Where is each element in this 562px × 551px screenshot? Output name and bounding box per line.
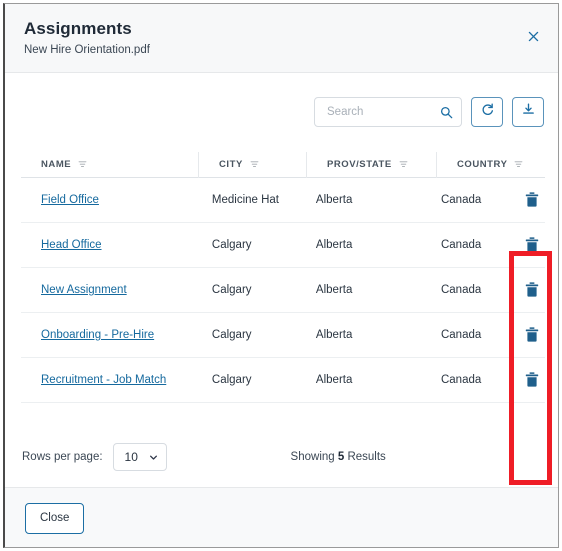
- table-row: Head Office Calgary Alberta Canada: [21, 223, 545, 268]
- cell-delete[interactable]: [525, 282, 545, 298]
- cell-city: Medicine Hat: [211, 194, 280, 206]
- table-header-row: NAME CITY PROV/STATE COUNTRY: [21, 151, 545, 178]
- close-button[interactable]: Close: [25, 502, 85, 534]
- filter-icon[interactable]: [78, 160, 87, 169]
- trash-icon[interactable]: [525, 372, 539, 388]
- cell-city: Calgary: [211, 329, 252, 341]
- table-toolbar: [314, 97, 544, 127]
- assignment-link[interactable]: Onboarding - Pre-Hire: [41, 329, 154, 341]
- cell-country: Canada: [440, 239, 482, 251]
- filter-icon[interactable]: [514, 160, 523, 169]
- column-header-country[interactable]: COUNTRY: [437, 152, 545, 178]
- filter-icon[interactable]: [250, 160, 259, 169]
- column-label: NAME: [41, 159, 72, 170]
- cell-prov-state: Alberta: [315, 194, 353, 206]
- dialog-body: NAME CITY PROV/STA: [5, 73, 558, 487]
- rows-per-page-label: Rows per page:: [22, 451, 103, 463]
- cell-city: Calgary: [211, 374, 252, 386]
- trash-icon[interactable]: [525, 327, 539, 343]
- showing-prefix: Showing: [290, 451, 338, 463]
- rows-per-page-value: 10: [124, 450, 138, 464]
- column-label: PROV/STATE: [327, 159, 392, 170]
- cell-country: Canada: [440, 329, 482, 341]
- close-icon[interactable]: [522, 25, 544, 47]
- refresh-icon: [480, 102, 495, 122]
- cell-delete[interactable]: [525, 237, 545, 253]
- column-label: CITY: [219, 159, 243, 170]
- column-header-city[interactable]: CITY: [199, 151, 307, 178]
- dialog-title: Assignments: [24, 19, 132, 38]
- download-icon: [521, 102, 536, 122]
- table-row: Field Office Medicine Hat Alberta Canada: [21, 178, 545, 223]
- cell-city: Calgary: [211, 284, 252, 296]
- search-input[interactable]: [325, 105, 440, 119]
- cell-name: Head Office: [21, 239, 192, 251]
- cell-delete[interactable]: [525, 192, 545, 208]
- cell-name: Recruitment - Job Match: [21, 374, 192, 386]
- search-icon[interactable]: [440, 106, 453, 119]
- assignment-link[interactable]: Head Office: [41, 239, 102, 251]
- pagination-bar: Rows per page: 10 Showing 5 Results: [21, 443, 545, 471]
- cell-city: Calgary: [211, 239, 252, 251]
- cell-prov-state: Alberta: [315, 239, 353, 251]
- assignments-dialog: Assignments New Hire Orientation.pdf Sea…: [3, 3, 559, 548]
- assignment-link[interactable]: New Assignment: [41, 284, 127, 296]
- cell-delete[interactable]: [525, 372, 545, 388]
- trash-icon[interactable]: [525, 282, 539, 298]
- results-count: Showing 5 Results: [291, 451, 386, 463]
- table-row: New Assignment Calgary Alberta Canada: [21, 268, 545, 313]
- refresh-button[interactable]: [471, 97, 503, 127]
- cell-country: Canada: [440, 194, 482, 206]
- table-row: Onboarding - Pre-Hire Calgary Alberta Ca…: [21, 313, 545, 358]
- table-row: Recruitment - Job Match Calgary Alberta …: [21, 358, 545, 403]
- assignments-table: NAME CITY PROV/STATE COUNTRY Field Offic…: [21, 151, 545, 403]
- cell-country: Canada: [440, 374, 482, 386]
- cell-country: Canada: [440, 284, 482, 296]
- dialog-subtitle: New Hire Orientation.pdf: [24, 44, 150, 56]
- trash-icon[interactable]: [525, 237, 539, 253]
- cell-name: Onboarding - Pre-Hire: [21, 329, 192, 341]
- trash-icon[interactable]: [525, 192, 539, 208]
- column-header-prov-state[interactable]: PROV/STATE: [307, 151, 437, 178]
- cell-prov-state: Alberta: [315, 284, 353, 296]
- rows-per-page-select[interactable]: 10: [112, 443, 167, 471]
- cell-name: New Assignment: [21, 284, 192, 296]
- chevron-down-icon: [149, 453, 158, 462]
- cell-delete[interactable]: [525, 327, 545, 343]
- showing-suffix: Results: [344, 451, 386, 463]
- search-box[interactable]: [314, 97, 462, 127]
- column-label: COUNTRY: [457, 159, 508, 170]
- download-button[interactable]: [512, 97, 544, 127]
- cell-name: Field Office: [21, 194, 192, 206]
- dialog-header: Assignments New Hire Orientation.pdf: [5, 4, 558, 73]
- filter-icon[interactable]: [399, 160, 408, 169]
- column-header-name[interactable]: NAME: [21, 151, 199, 178]
- dialog-footer: Close: [5, 487, 558, 547]
- assignment-link[interactable]: Recruitment - Job Match: [41, 374, 166, 386]
- cell-prov-state: Alberta: [315, 374, 353, 386]
- assignment-link[interactable]: Field Office: [41, 194, 99, 206]
- cell-prov-state: Alberta: [315, 329, 353, 341]
